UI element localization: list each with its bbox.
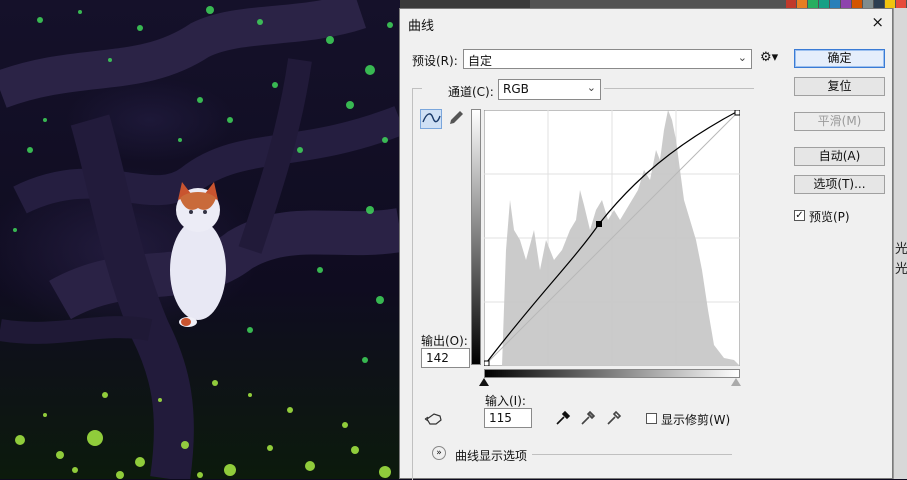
show-clipping-label: 显示修剪(W) <box>661 413 731 427</box>
photo-canvas <box>0 0 400 479</box>
curve-point <box>596 221 602 227</box>
preview-checkbox[interactable]: ✓ <box>794 210 805 221</box>
close-icon[interactable]: × <box>871 13 884 31</box>
side-label-1: 光 <box>895 242 907 257</box>
chevron-down-icon: ⌄ <box>737 51 747 64</box>
preset-select[interactable]: 自定 ⌄ <box>463 49 752 69</box>
dialog-title: 曲线 <box>408 19 435 34</box>
channel-select[interactable]: RGB ⌄ <box>498 79 601 100</box>
preview-label: 预览(P) <box>809 210 850 224</box>
eyedropper-white-icon[interactable] <box>606 410 622 426</box>
reset-button[interactable]: 复位 <box>794 77 885 96</box>
curve-point-tool-icon[interactable] <box>420 109 442 129</box>
gear-icon[interactable]: ⚙▾ <box>760 50 778 65</box>
group-border-top-left <box>412 88 422 89</box>
output-label: 输出(O): <box>421 334 468 348</box>
cat-figure <box>170 182 226 327</box>
show-clipping-checkbox[interactable] <box>646 413 657 424</box>
options-separator <box>532 454 732 455</box>
channel-label: 通道(C): <box>448 85 494 99</box>
input-label: 输入(I): <box>485 394 526 408</box>
input-gradient-bar <box>484 369 740 378</box>
expand-chevron-icon[interactable]: » <box>432 446 446 460</box>
auto-button[interactable]: 自动(A) <box>794 147 885 166</box>
input-field[interactable]: 115 <box>484 408 532 428</box>
ok-button[interactable]: 确定 <box>794 49 885 68</box>
background-photo <box>0 0 400 479</box>
swatches-strip <box>786 0 907 8</box>
hand-adjust-icon[interactable] <box>424 411 444 427</box>
group-border-left <box>412 88 413 480</box>
pencil-icon[interactable] <box>446 109 468 129</box>
output-input[interactable]: 142 <box>421 348 470 368</box>
channel-value: RGB <box>503 82 529 96</box>
black-point-slider[interactable] <box>479 378 489 386</box>
preset-value: 自定 <box>468 54 493 68</box>
output-gradient-bar <box>471 109 481 365</box>
side-label-2: 光 <box>895 262 907 277</box>
preset-label: 预设(R): <box>412 54 458 68</box>
chevron-down-icon: ⌄ <box>586 81 596 94</box>
curves-dialog: 曲线 × 预设(R): 自定 ⌄ ⚙▾ 确定 复位 平滑(M) 自动(A) 选项… <box>399 8 893 480</box>
group-border-top-right <box>604 88 754 89</box>
smooth-button[interactable]: 平滑(M) <box>794 112 885 131</box>
curve-graph[interactable] <box>484 110 740 366</box>
eyedropper-gray-icon[interactable] <box>580 410 596 426</box>
options-button[interactable]: 选项(T)... <box>794 175 885 194</box>
eyedropper-black-icon[interactable] <box>555 410 571 426</box>
curve-display-options-label[interactable]: 曲线显示选项 <box>455 447 527 464</box>
white-point-slider[interactable] <box>731 378 741 386</box>
